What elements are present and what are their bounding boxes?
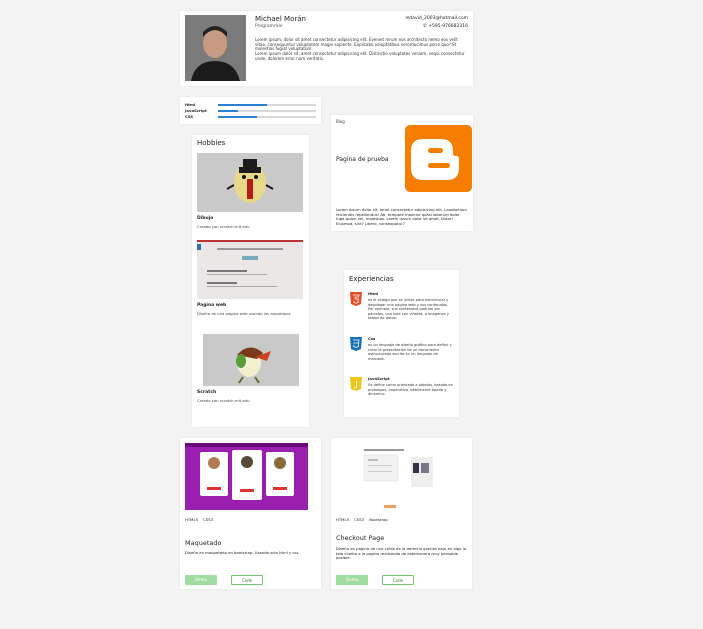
experience-text: Se define como orientado a objetos, basa… bbox=[368, 383, 453, 397]
html5-icon bbox=[350, 292, 362, 306]
skill-bar-fill bbox=[218, 110, 238, 112]
skill-bar-fill bbox=[218, 116, 258, 118]
profile-photo bbox=[185, 15, 246, 81]
experience-text: es el código que se utiliza para estruct… bbox=[368, 298, 449, 321]
phone-number: +595-976682316 bbox=[428, 24, 468, 29]
contact-block: ✉david_2003@hotmail.com ✆ +595-976682316 bbox=[406, 15, 468, 31]
project-card: HTML5 CSS3 Bootstrap Checkout Page Diseñ… bbox=[331, 438, 472, 589]
hobby-image-drawing[interactable] bbox=[197, 153, 303, 212]
hobbies-title: Hobbies bbox=[197, 139, 226, 147]
skill-label: CSS bbox=[185, 114, 194, 119]
project-card: HTML5 CSS3 Maquetado Diseño en maquetado… bbox=[180, 438, 321, 589]
css3-icon bbox=[350, 337, 362, 351]
js-icon bbox=[350, 377, 362, 391]
skill-row: Html bbox=[185, 102, 316, 107]
project-tags: HTML5 CSS3 Bootstrap bbox=[336, 517, 388, 522]
demo-button[interactable]: Demo bbox=[336, 575, 368, 585]
experience-title: Experiencias bbox=[349, 275, 394, 283]
hobbies-card: Hobbies Dibujo Creado con scratch.mit.ed… bbox=[192, 135, 309, 427]
blog-text: Lorem ipsum dolor sit, amet consectetur … bbox=[336, 207, 467, 226]
profile-name: Michael Morán bbox=[255, 15, 306, 23]
hobby-name: Pagina web bbox=[197, 303, 227, 308]
project-title: Checkout Page bbox=[336, 534, 385, 542]
code-button[interactable]: Code bbox=[231, 575, 263, 585]
skill-bar bbox=[218, 116, 316, 118]
hobby-desc: Creado con scratch.mit.edu bbox=[197, 398, 250, 403]
profile-card: Michael Morán Programmer ✉david_2003@hot… bbox=[180, 11, 473, 86]
skill-row: CSS bbox=[185, 114, 316, 119]
blog-tag: Blog bbox=[336, 119, 345, 124]
profile-bio: Lorem ipsum, dolor sit amet consectetur … bbox=[255, 37, 465, 62]
experience-card: Experiencias Html es el código que se ut… bbox=[344, 270, 459, 417]
blog-card[interactable]: Blog Pagina de prueba Lorem ipsum dolor … bbox=[331, 115, 473, 231]
experience-text: es un lenguaje de diseño gráfico para de… bbox=[368, 343, 452, 361]
skill-bar bbox=[218, 104, 316, 106]
hobby-name: Scratch bbox=[197, 390, 217, 395]
code-button[interactable]: Code bbox=[382, 575, 414, 585]
project-title: Maquetado bbox=[185, 539, 222, 547]
bio-paragraph: Lorem ipsum dolor sit, amet consectetur … bbox=[255, 51, 465, 61]
experience-name: JavaScript bbox=[368, 376, 390, 381]
email-link[interactable]: david_2003@hotmail.com bbox=[409, 16, 468, 21]
experience-name: Html bbox=[368, 291, 379, 296]
profile-role: Programmer bbox=[255, 24, 283, 29]
project-preview-image[interactable] bbox=[185, 443, 308, 510]
skill-label: Html bbox=[185, 102, 196, 107]
skill-bar-fill bbox=[218, 104, 267, 106]
project-preview-image[interactable] bbox=[336, 443, 459, 510]
blogger-icon[interactable] bbox=[405, 125, 472, 192]
hobby-name: Dibujo bbox=[197, 216, 214, 221]
experience-name: Css bbox=[368, 336, 376, 341]
project-desc: Diseño en pagina de una celda de la dere… bbox=[336, 546, 467, 561]
project-tags: HTML5 CSS3 bbox=[185, 517, 214, 522]
hobby-desc: Creado con scratch.mit.edu bbox=[197, 224, 250, 229]
skill-row: JavaScript bbox=[185, 108, 316, 113]
skill-label: JavaScript bbox=[185, 108, 207, 113]
project-desc: Diseño en maquetado en bootstrap. Usando… bbox=[185, 550, 300, 555]
bio-paragraph: Lorem ipsum, dolor sit amet consectetur … bbox=[255, 37, 458, 52]
demo-button[interactable]: Demo bbox=[185, 575, 217, 585]
hobby-desc: Diseño de una pagina web usando los arqu… bbox=[197, 311, 291, 316]
hobby-image-webpage[interactable] bbox=[197, 240, 303, 299]
blog-title[interactable]: Pagina de prueba bbox=[336, 156, 396, 164]
hobby-image-scratch[interactable] bbox=[197, 327, 303, 386]
skills-card: Html JavaScript CSS bbox=[180, 97, 321, 124]
skill-bar bbox=[218, 110, 316, 112]
